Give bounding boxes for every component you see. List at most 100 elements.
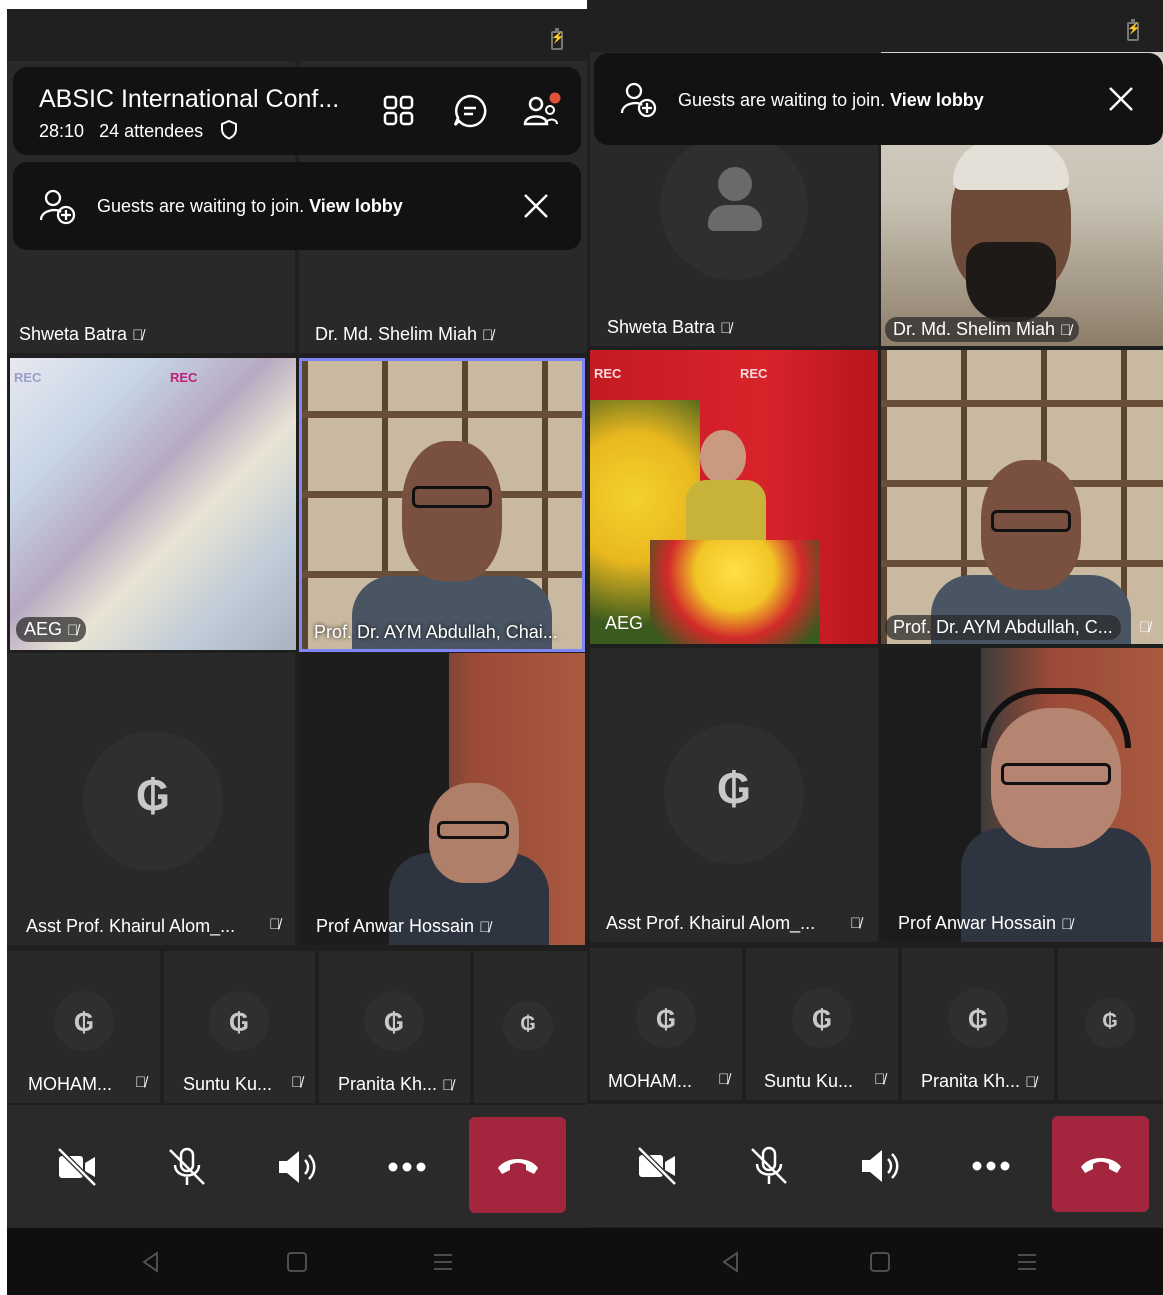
guest-avatar-icon: ₲ (383, 1007, 405, 1037)
participant-tile-pranita[interactable]: ₲ Pranita Kh... 🎙̸ (902, 948, 1054, 1100)
participant-name: Asst Prof. Khairul Alom_... (606, 913, 816, 933)
participant-tile-aeg[interactable]: REC REC AEG (590, 350, 878, 644)
hang-up-button[interactable] (1052, 1116, 1149, 1212)
call-controls (7, 1105, 587, 1228)
left-screenshot: Shweta Batra🎙̸ Dr. Md. Shelim Miah🎙̸ REC… (7, 9, 587, 1295)
participant-tile-khairul[interactable]: ₲ Asst Prof. Khairul Alom_... 🎙̸ (7, 653, 295, 945)
recents-icon[interactable] (1015, 1250, 1039, 1274)
mic-off-icon: 🎙̸ (1139, 619, 1151, 636)
mic-off-icon (751, 1146, 787, 1184)
right-screenshot: Shweta Batra🎙̸ Dr. Md. Shelim Miah🎙̸ REC… (587, 0, 1163, 1295)
participant-tile-suntu[interactable]: ₲ Suntu Ku... 🎙̸ (164, 951, 315, 1103)
more-options-button[interactable] (959, 1134, 1023, 1198)
mic-off-icon: 🎙̸ (291, 1074, 303, 1091)
participant-tile-overflow[interactable]: ₲ (474, 951, 587, 1103)
meeting-title: ABSIC International Conf... (39, 85, 340, 113)
grid-view-button[interactable] (379, 91, 419, 131)
back-icon[interactable] (139, 1250, 163, 1274)
mic-off-icon: 🎙̸ (1060, 322, 1072, 339)
add-person-icon (39, 189, 76, 225)
recents-icon[interactable] (431, 1250, 455, 1274)
home-icon[interactable] (285, 1250, 309, 1274)
guest-avatar-icon: ₲ (1102, 1010, 1118, 1032)
view-lobby-link[interactable]: View lobby (890, 90, 984, 110)
more-icon (972, 1161, 1010, 1171)
participant-tile-abdullah[interactable]: Prof. Dr. AYM Abdullah, Chai... (299, 358, 585, 652)
participant-name: Prof. Dr. AYM Abdullah, Chai... (314, 622, 558, 642)
camera-off-icon (57, 1147, 97, 1187)
participant-name: Pranita Kh... 🎙̸ (921, 1071, 1037, 1091)
lobby-message: Guests are waiting to join. (97, 196, 305, 216)
rec-label: REC (740, 366, 768, 381)
meeting-info: 28:10 24 attendees (39, 119, 238, 142)
mic-off-icon: 🎙̸ (1025, 1074, 1037, 1091)
back-icon[interactable] (719, 1250, 743, 1274)
mic-off-icon: 🎙̸ (482, 327, 494, 344)
participant-name: AEG 🎙̸ (16, 617, 87, 642)
chat-icon (453, 94, 487, 128)
camera-toggle-button[interactable] (45, 1135, 109, 1199)
lobby-banner: Guests are waiting to join. View lobby (13, 162, 581, 250)
camera-toggle-button[interactable] (625, 1134, 689, 1198)
speaker-button[interactable] (265, 1135, 329, 1199)
participant-tile-anwar[interactable]: Prof Anwar Hossain 🎙̸ (881, 648, 1163, 942)
guest-avatar-icon: ₲ (73, 1007, 95, 1037)
battery-icon (1127, 19, 1141, 41)
participant-tile-aeg[interactable]: REC REC AEG 🎙̸ (10, 358, 296, 650)
chat-button[interactable] (450, 91, 490, 131)
participant-name: Prof Anwar Hossain 🎙̸ (316, 916, 491, 936)
participant-tile-overflow[interactable]: ₲ (1058, 948, 1163, 1100)
mic-off-icon: 🎙̸ (718, 1071, 730, 1088)
home-icon[interactable] (868, 1250, 892, 1274)
speaker-button[interactable] (848, 1134, 912, 1198)
participant-name: Shweta Batra 🎙̸ (19, 324, 144, 344)
shield-icon (221, 119, 238, 140)
close-icon[interactable] (1106, 84, 1136, 114)
rec-label: REC (14, 370, 42, 385)
mic-off-icon: 🎙̸ (874, 1071, 886, 1088)
participant-name: Dr. Md. Shelim Miah 🎙̸ (885, 317, 1080, 342)
guest-avatar-icon: ₲ (135, 771, 171, 820)
mic-off-icon: 🎙̸ (442, 1077, 454, 1094)
guest-avatar-icon: ₲ (811, 1004, 833, 1034)
guest-avatar-icon: ₲ (967, 1004, 989, 1034)
hang-up-button[interactable] (469, 1117, 566, 1213)
add-person-icon (620, 82, 657, 118)
guest-avatar-icon: ₲ (228, 1007, 250, 1037)
people-button[interactable] (521, 91, 561, 131)
lobby-banner: Guests are waiting to join. View lobby (594, 53, 1163, 145)
participant-tile-abdullah[interactable]: Prof. Dr. AYM Abdullah, C... 🎙̸ (881, 350, 1163, 644)
close-icon[interactable] (521, 191, 551, 221)
hangup-icon (1080, 1158, 1121, 1173)
mic-off-icon (169, 1147, 205, 1185)
speaker-icon (862, 1150, 899, 1182)
view-lobby-link[interactable]: View lobby (309, 196, 403, 216)
participant-name: Asst Prof. Khairul Alom_... (26, 916, 236, 936)
participant-name: Prof. Dr. AYM Abdullah, C... (885, 615, 1121, 640)
mic-off-icon: 🎙̸ (67, 622, 79, 639)
participant-name: MOHAM... (608, 1071, 692, 1091)
mic-off-icon: 🎙̸ (132, 327, 144, 344)
hangup-icon (497, 1159, 538, 1174)
mic-off-icon: 🎙̸ (1061, 916, 1073, 933)
participant-tile-moham[interactable]: ₲ MOHAM... 🎙̸ (7, 951, 160, 1103)
participant-tile-anwar[interactable]: Prof Anwar Hossain 🎙̸ (299, 653, 585, 945)
mic-toggle-button[interactable] (737, 1134, 801, 1198)
participant-tile-khairul[interactable]: ₲ Asst Prof. Khairul Alom_... 🎙̸ (590, 648, 878, 942)
more-options-button[interactable] (375, 1135, 439, 1199)
android-nav-bar (587, 1228, 1163, 1295)
participant-tile-suntu[interactable]: ₲ Suntu Ku... 🎙̸ (746, 948, 898, 1100)
participant-name: MOHAM... (28, 1074, 112, 1094)
participant-name: Suntu Ku... (183, 1074, 273, 1094)
participant-tile-pranita[interactable]: ₲ Pranita Kh... 🎙̸ (319, 951, 470, 1103)
mic-off-icon: 🎙̸ (720, 320, 732, 337)
participant-name: AEG (605, 613, 644, 633)
mic-toggle-button[interactable] (155, 1135, 219, 1199)
mic-off-icon: 🎙̸ (479, 919, 491, 936)
battery-icon (551, 28, 565, 50)
people-icon (523, 92, 561, 126)
rec-label: REC (594, 366, 622, 381)
participant-tile-moham[interactable]: ₲ MOHAM... 🎙̸ (590, 948, 742, 1100)
speaker-icon (279, 1151, 316, 1183)
meeting-header: ABSIC International Conf... 28:10 24 att… (13, 67, 581, 155)
